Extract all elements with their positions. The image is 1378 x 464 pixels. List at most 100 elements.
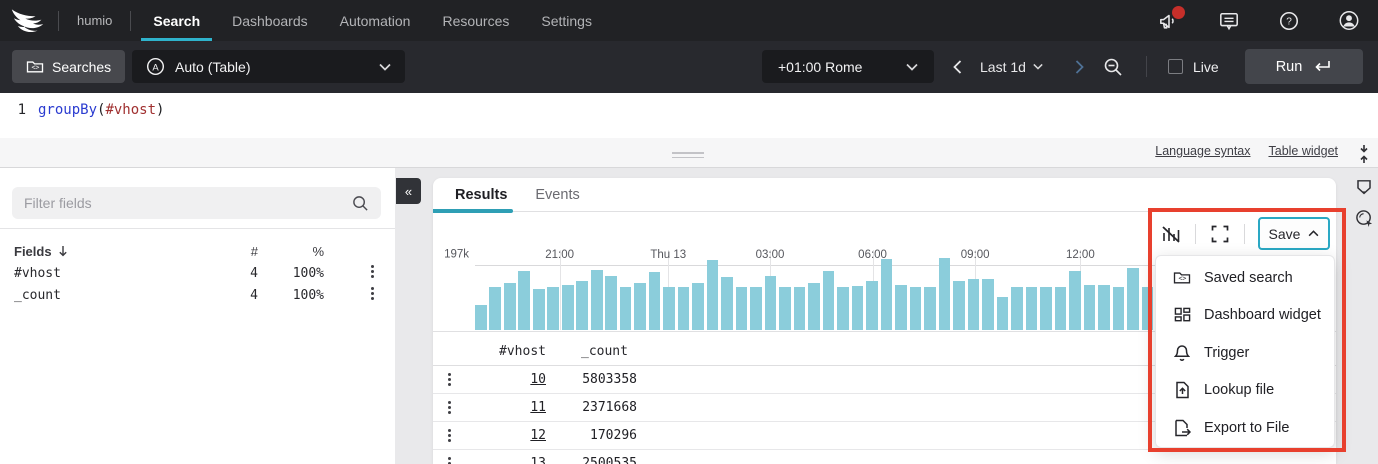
histogram-bar [866,281,878,330]
histogram-bar [489,287,501,330]
time-range-select[interactable]: Last 1d [980,50,1043,83]
vhost-value-link[interactable]: 13 [460,456,546,464]
live-toggle[interactable]: Live [1168,50,1219,83]
menu-item-saved-search[interactable]: <> Saved search [1156,259,1334,297]
nav-item-dashboards[interactable]: Dashboards [216,0,324,41]
menu-item-label: Saved search [1204,270,1293,286]
row-menu-button[interactable] [448,429,451,442]
chevron-left-icon [953,60,962,74]
nav-item-search[interactable]: Search [137,0,216,41]
filter-fields-input[interactable] [24,195,352,211]
nav-item-resources[interactable]: Resources [426,0,525,41]
row-menu-button[interactable] [448,373,451,386]
fields-header: Fields # % [14,242,382,260]
account-icon[interactable] [1338,10,1360,32]
auto-mode-icon: A [146,57,165,76]
display-mode-select[interactable]: A Auto (Table) [132,50,405,83]
save-button[interactable]: Save [1258,217,1330,250]
histogram-bar [620,287,632,330]
announcements-icon[interactable] [1158,10,1180,32]
save-controls: Save [1160,217,1330,250]
field-row[interactable]: _count4100% [14,286,382,304]
field-row[interactable]: #vhost4100% [14,264,382,282]
menu-item-dashboard-widget[interactable]: Dashboard widget [1156,297,1334,335]
brand-label: humio [59,13,130,28]
zoom-out-time-button[interactable] [1100,50,1126,83]
histogram-bar [750,287,762,330]
histogram-bar [910,287,922,330]
results-tabs: Results Events [433,178,1336,212]
histogram-bar [939,258,951,330]
histogram-bar [968,279,980,330]
table-widget-link[interactable]: Table widget [1269,144,1339,158]
histogram-bar [982,279,994,330]
resize-handle[interactable] [672,149,704,161]
saved-search-icon: <> [1173,269,1191,287]
kebab-menu-icon [448,401,451,414]
fields-panel: Fields # % #vhost4100% _count4100% [0,168,395,464]
run-button[interactable]: Run [1245,49,1363,84]
vhost-column-header: #vhost [460,344,546,359]
histogram-bar [924,287,936,330]
vhost-value-link[interactable]: 10 [460,372,546,387]
live-checkbox[interactable] [1168,59,1183,74]
fields-sort[interactable]: Fields [14,244,68,259]
histogram-bar [1127,268,1139,330]
lookup-file-icon [1173,381,1191,399]
field-menu-button[interactable] [371,287,374,300]
histogram-bar [1055,287,1067,330]
tag-icon[interactable] [1352,176,1376,200]
feedback-chat-icon[interactable] [1218,10,1240,32]
row-menu-button[interactable] [448,457,451,464]
line-number: 1 [0,102,26,118]
x-tick-label: Thu 13 [650,249,686,261]
histogram-bar [808,283,820,330]
menu-item-export-to-file[interactable]: Export to File [1156,409,1334,447]
collapse-panel-button[interactable]: « [396,178,421,204]
toggle-chart-icon[interactable] [1160,223,1182,245]
inspect-search-icon[interactable] [1352,206,1376,230]
nav-item-automation[interactable]: Automation [324,0,427,41]
histogram-bar [1040,287,1052,330]
vhost-value-link[interactable]: 12 [460,428,546,443]
vhost-value-link[interactable]: 11 [460,400,546,415]
histogram-bar [881,259,893,330]
histogram-bar [953,281,965,330]
controls-divider [1244,224,1245,244]
crowdstrike-logo[interactable] [0,8,58,34]
table-row: 132500535 [433,450,1336,464]
tab-events[interactable]: Events [535,178,579,211]
x-tick-label: 12:00 [1066,249,1095,261]
menu-item-trigger[interactable]: Trigger [1156,334,1334,372]
histogram-bar [1098,285,1110,330]
field-menu-button[interactable] [371,265,374,278]
fullscreen-icon[interactable] [1209,223,1231,245]
nav-items: SearchDashboardsAutomationResourcesSetti… [137,0,608,41]
search-icon [352,195,369,212]
histogram-bar [837,287,849,330]
dashboard-widget-icon [1173,306,1191,324]
field-name: #vhost [14,266,61,281]
time-forward-button[interactable] [1068,50,1090,83]
histogram-bar [634,283,646,330]
collapse-vertical-icon[interactable] [1352,142,1376,166]
language-syntax-link[interactable]: Language syntax [1155,144,1250,158]
menu-item-label: Export to File [1204,420,1289,436]
help-icon[interactable]: ? [1278,10,1300,32]
time-back-button[interactable] [946,50,968,83]
tab-results[interactable]: Results [455,178,507,211]
histogram-bar [1113,287,1125,330]
timezone-select[interactable]: +01:00 Rome [762,50,934,83]
save-menu: <> Saved search Dashboard widgetTriggerLoo… [1155,255,1335,448]
trigger-bell-icon [1173,344,1191,362]
searches-button[interactable]: <> Searches [12,50,125,83]
nav-item-settings[interactable]: Settings [525,0,608,41]
kebab-menu-icon [448,429,451,442]
histogram-bar [533,289,545,330]
count-column-header: # [248,244,258,259]
return-key-icon [1312,60,1332,74]
histogram-bar [765,276,777,330]
menu-item-lookup-file[interactable]: Lookup file [1156,372,1334,410]
query-editor[interactable]: 1 groupBy(#vhost) [0,93,1378,138]
row-menu-button[interactable] [448,401,451,414]
